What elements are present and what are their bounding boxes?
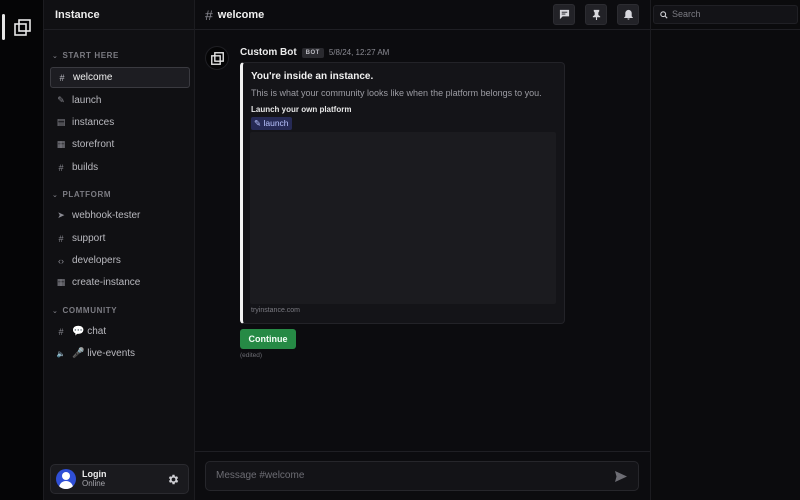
channel-chat[interactable]: # 💬 chat [50,321,190,342]
notifications-button[interactable] [617,4,639,25]
send-icon[interactable] [614,470,628,483]
channel-webhook-tester[interactable]: ➤ webhook-tester [50,205,190,226]
search-input[interactable] [672,9,792,19]
message-input[interactable] [216,470,596,481]
user-status: Online [82,479,106,488]
channel-label: builds [72,162,99,173]
chevron-down-icon: ⌄ [52,307,59,315]
channel-live-events[interactable]: 🔈 🎤 live-events [50,343,190,364]
search-box [653,5,798,24]
channel-label: 🎤 live-events [72,348,136,359]
hash-icon: # [59,72,65,83]
channel-label: support [72,233,106,244]
composer-area [195,451,650,500]
chevron-down-icon: ⌄ [52,52,59,60]
right-panel [650,0,800,500]
message-embed: You're inside an instance. This is what … [240,62,565,324]
section-community[interactable]: ⌄ COMMUNITY [52,306,117,315]
store-icon: ▦ [56,277,66,287]
channel-label: storefront [72,139,115,150]
channel-launch[interactable]: ✎ launch [50,90,190,111]
message-timestamp: 5/8/24, 12:27 AM [328,48,390,57]
section-platform[interactable]: ⌄ PLATFORM [52,190,111,199]
channel-label: developers [72,255,121,266]
channel-label: welcome [73,72,113,83]
send-icon: ➤ [57,210,65,220]
channel-storefront[interactable]: ▦ storefront [50,134,190,155]
channel-label: create-instance [72,277,141,288]
channel-mention-launch[interactable]: ✎ launch [251,117,292,130]
embed-field-name: Launch your own platform [251,105,352,114]
pencil-icon: ✎ [57,95,65,105]
chat-bubble-icon [559,9,569,20]
embed-title: You're inside an instance. [251,71,374,82]
gear-icon[interactable] [167,473,180,486]
server-rail [0,0,44,500]
bot-badge: BOT [301,47,324,58]
instance-logo-icon[interactable] [14,19,31,36]
message-author[interactable]: Custom Bot [240,47,297,58]
section-start-here[interactable]: ⌄ START HERE [52,51,119,60]
hash-icon: # [58,162,64,173]
channel-header: # welcome [195,0,650,30]
chat-main: # welcome Custom Bot BOT 5/8/24, 12:27 A… [195,0,650,500]
channel-label: launch [72,95,102,106]
hash-icon: # [58,233,64,244]
channel-create-instance[interactable]: ▦ create-instance [50,272,190,293]
edited-label: (edited) [240,352,263,359]
pinned-messages-button[interactable] [585,4,607,25]
speaker-icon: 🔈 [56,350,66,358]
channel-label: webhook-tester [72,210,141,221]
bot-avatar[interactable] [205,46,229,70]
user-name: Login [82,469,107,479]
hash-icon: # [58,326,64,337]
channel-developers[interactable]: ‹› developers [50,250,190,271]
channel-title: welcome [217,8,265,21]
threads-button[interactable] [553,4,575,25]
embed-image[interactable] [250,132,556,304]
channel-support[interactable]: # support [50,228,190,249]
server-stack-icon: ▤ [56,117,66,127]
channel-label: instances [72,117,115,128]
channel-builds[interactable]: # builds [50,157,190,178]
code-icon: ‹› [58,255,64,266]
store-icon: ▦ [56,139,66,149]
search-icon [660,11,668,19]
channel-instances[interactable]: ▤ instances [50,112,190,133]
instance-logo-icon [210,51,224,65]
channel-welcome[interactable]: # welcome [50,67,190,88]
pin-icon [592,9,600,20]
hash-icon: # [205,6,213,23]
server-name[interactable]: Instance [44,0,194,30]
bell-icon [623,9,633,20]
active-server-indicator [2,14,5,40]
embed-footer: tryinstance.com [251,307,301,314]
avatar[interactable] [56,469,76,489]
user-panel[interactable]: Login Online [50,464,189,494]
message-composer [205,461,639,491]
continue-button[interactable]: Continue [240,329,296,349]
message-header: Custom Bot BOT 5/8/24, 12:27 AM [240,47,389,58]
channel-sidebar: Instance ⌄ START HERE # welcome ✎ launch… [44,0,195,500]
channel-label: 💬 chat [72,326,107,337]
embed-description: This is what your community looks like w… [251,88,542,98]
chevron-down-icon: ⌄ [52,191,59,199]
